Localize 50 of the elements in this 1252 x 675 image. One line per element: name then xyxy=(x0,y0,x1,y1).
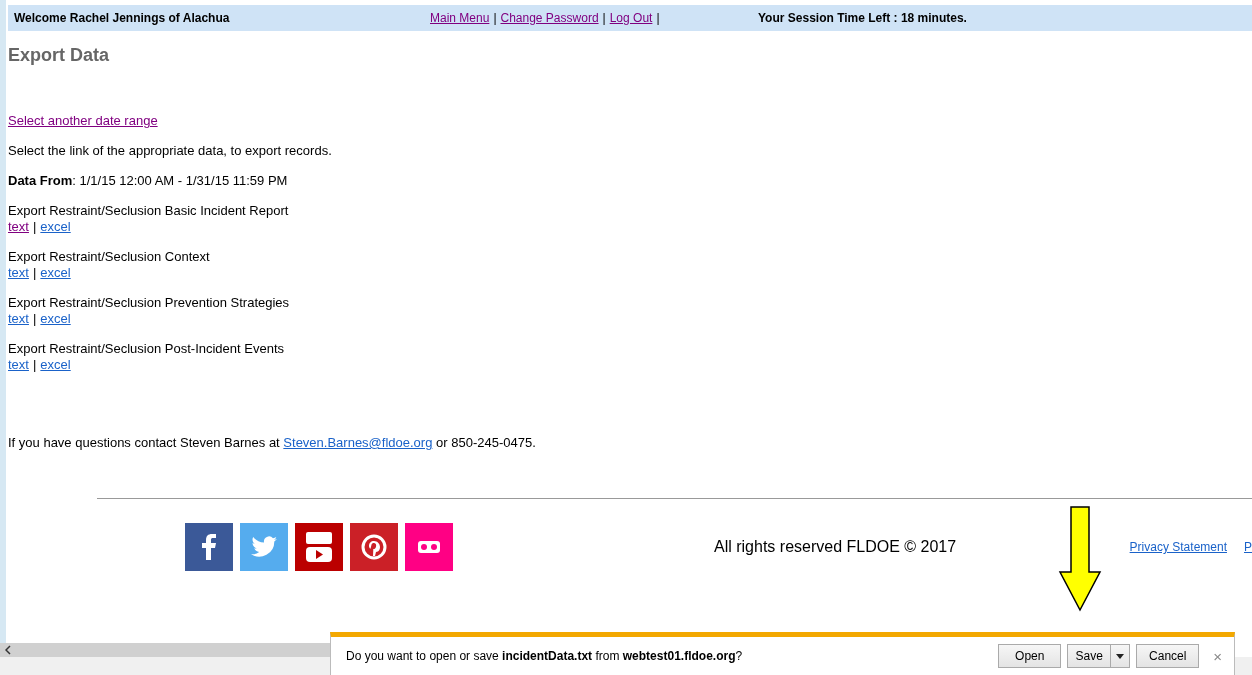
footer-link[interactable]: P xyxy=(1244,540,1252,554)
date-range-link[interactable]: Select another date range xyxy=(8,113,158,128)
close-button[interactable]: × xyxy=(1213,647,1222,665)
play-icon xyxy=(306,532,332,562)
separator-text: | xyxy=(493,11,497,25)
email-link[interactable]: Steven.Barnes@fldoe.org xyxy=(283,435,433,450)
export-title: Export Restraint/Seclusion Prevention Strategies xyxy=(8,295,291,311)
nav-link[interactable]: Change Password xyxy=(500,11,599,25)
date-range-text: Data From: 1/1/15 12:00 AM - 1/31/15 11:59 PM xyxy=(8,173,289,189)
bird-icon xyxy=(251,536,277,558)
separator-text: | xyxy=(32,265,37,281)
nav-link[interactable]: Log Out xyxy=(609,11,653,25)
export-link[interactable]: excel xyxy=(40,219,71,235)
welcome-text: Welcome Rachel Jennings of Alachua xyxy=(13,11,231,25)
export-link[interactable]: text xyxy=(8,357,29,373)
instruction-text: Select the link of the appropriate data, to export records. xyxy=(8,143,333,159)
export-title: Export Restraint/Seclusion Post-Incident Events xyxy=(8,341,286,357)
separator-text: | xyxy=(32,357,37,373)
export-link[interactable]: text xyxy=(8,311,29,327)
copyright-text: All rights reserved FLDOE © 2017 xyxy=(714,538,958,556)
export-link[interactable]: text xyxy=(8,265,29,281)
page-title: Export Data xyxy=(8,44,111,66)
separator-text: | xyxy=(602,11,606,25)
social-button[interactable] xyxy=(405,523,453,571)
export-link[interactable]: excel xyxy=(40,357,71,373)
separator-text: | xyxy=(32,219,37,235)
scroll-left-icon[interactable] xyxy=(5,645,11,655)
footer-link[interactable]: Privacy Statement xyxy=(1129,540,1227,554)
pin-icon xyxy=(361,534,387,560)
two-dots-icon xyxy=(418,541,440,553)
download-prompt: Do you want to open or save incidentData.txt from webtest01.fldoe.org? xyxy=(346,649,744,663)
download-button[interactable]: Open xyxy=(998,644,1062,668)
facebook-icon xyxy=(202,534,216,560)
social-button[interactable] xyxy=(295,523,343,571)
contact-text: If you have questions contact Steven Barnes at Steven.Barnes@fldoe.org or 850-245-0475. xyxy=(8,435,537,451)
social-button[interactable] xyxy=(185,523,233,571)
separator-text: | xyxy=(32,311,37,327)
export-link[interactable]: excel xyxy=(40,265,71,281)
caret-icon[interactable] xyxy=(1116,653,1125,659)
export-title: Export Restraint/Seclusion Basic Incident Report xyxy=(8,203,290,219)
nav-link[interactable]: Main Menu xyxy=(430,11,490,25)
session-time-text: Your Session Time Left : 18 minutes. xyxy=(758,11,967,25)
export-title: Export Restraint/Seclusion Context xyxy=(8,249,211,265)
export-link[interactable]: excel xyxy=(40,311,71,327)
export-link[interactable]: text xyxy=(8,219,29,235)
separator-text: | xyxy=(656,11,660,25)
download-button[interactable]: Cancel xyxy=(1136,644,1200,668)
download-button[interactable]: Save xyxy=(1067,644,1131,668)
social-button[interactable] xyxy=(350,523,398,571)
horizontal-scrollbar[interactable] xyxy=(0,643,330,657)
